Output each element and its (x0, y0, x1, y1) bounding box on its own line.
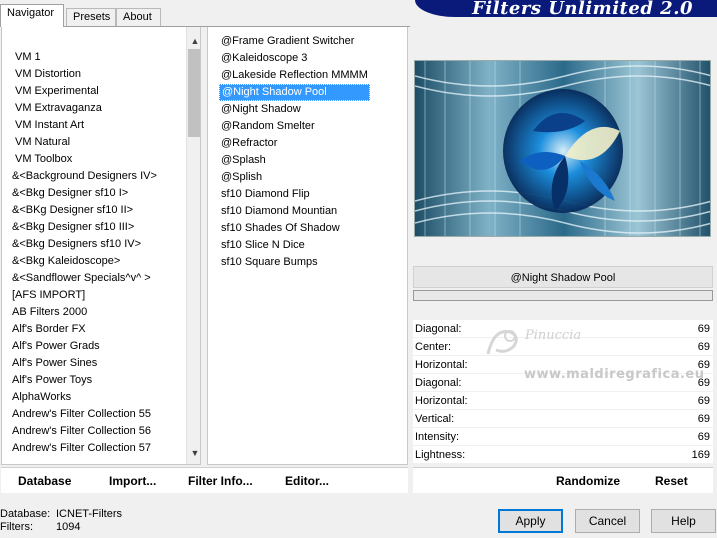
category-item[interactable]: Alf's Power Sines (2, 355, 186, 372)
import-button[interactable]: Import... (109, 474, 156, 488)
filter-item[interactable]: sf10 Diamond Flip (219, 186, 370, 203)
tab-presets[interactable]: Presets (66, 8, 116, 26)
parameter-value[interactable]: 69 (698, 356, 710, 374)
filter-info-button[interactable]: Filter Info... (188, 474, 253, 488)
filter-item[interactable]: @Night Shadow (219, 101, 370, 118)
category-item[interactable]: [AFS IMPORT] (2, 287, 186, 304)
filter-item[interactable]: @Random Smelter (219, 118, 370, 135)
tab-about[interactable]: About (116, 8, 161, 26)
category-item[interactable]: Alf's Power Grads (2, 338, 186, 355)
parameter-label: Diagonal: (415, 323, 462, 335)
filter-item[interactable]: sf10 Shades Of Shadow (219, 220, 370, 237)
randomize-button[interactable]: Randomize (556, 474, 620, 488)
category-item[interactable]: VM Natural (2, 134, 186, 151)
filters-count-value: 1094 (56, 521, 81, 533)
category-list-panel: VM 1 VM Distortion VM Experimental VM Extra… (1, 27, 201, 465)
parameter-label: Horizontal: (415, 359, 468, 371)
right-toolbar: Randomize Reset (413, 467, 713, 493)
category-item[interactable]: Andrew's Filter Collection 57 (2, 440, 186, 457)
parameter-value[interactable]: 69 (698, 410, 710, 428)
category-item[interactable]: VM Instant Art (2, 117, 186, 134)
progress-bar (413, 290, 713, 301)
parameter-value[interactable]: 69 (698, 338, 710, 356)
category-item[interactable]: &<Bkg Designer sf10 III> (2, 219, 186, 236)
filter-item[interactable]: @Refractor (219, 135, 370, 152)
category-item[interactable]: VM Experimental (2, 83, 186, 100)
parameter-row[interactable]: Diagonal: 69 (413, 320, 713, 338)
category-list: VM 1 VM Distortion VM Experimental VM Extra… (2, 49, 186, 457)
left-toolbar: Database Import... Filter Info... Editor… (1, 467, 408, 493)
filter-item[interactable]: @Splash (219, 152, 370, 169)
scroll-thumb[interactable] (188, 49, 200, 137)
category-item[interactable]: VM Distortion (2, 66, 186, 83)
database-value: ICNET-Filters (56, 508, 122, 520)
category-item[interactable]: &<Bkg Designer sf10 I> (2, 185, 186, 202)
category-item[interactable]: &<Background Designers IV> (2, 168, 186, 185)
filter-list-panel: @Frame Gradient Switcher @Kaleidoscope 3 @… (207, 27, 408, 465)
scroll-down-arrow-icon[interactable]: ▼ (187, 445, 200, 462)
filters-count-label: Filters: (0, 521, 33, 533)
category-item[interactable]: &<Bkg Designers sf10 IV> (2, 236, 186, 253)
filter-item[interactable]: @Kaleidoscope 3 (219, 50, 370, 67)
filter-item[interactable]: @Lakeside Reflection MMMM (219, 67, 370, 84)
help-button[interactable]: Help (651, 509, 716, 533)
header-banner: Filters Unlimited 2.0 (415, 0, 717, 19)
cancel-button[interactable]: Cancel (575, 509, 640, 533)
parameter-row[interactable]: Vertical: 69 (413, 410, 713, 428)
filter-item[interactable]: sf10 Square Bumps (219, 254, 370, 271)
category-item[interactable]: VM 1 (2, 49, 186, 66)
parameter-label: Vertical: (415, 413, 455, 425)
tab-strip: Navigator Presets About (0, 0, 410, 27)
reset-button[interactable]: Reset (655, 474, 688, 488)
scroll-up-arrow-icon[interactable]: ▲ (187, 33, 200, 50)
parameter-row[interactable]: Diagonal: 69 (413, 374, 713, 392)
parameter-list: Diagonal: 69 Center: 69 Horizontal: 69 Diagona… (413, 320, 713, 464)
parameter-value[interactable]: 169 (692, 446, 710, 464)
filter-item[interactable]: @Night Shadow Pool (219, 84, 370, 101)
parameter-label: Lightness: (415, 449, 466, 461)
category-item[interactable]: VM Toolbox (2, 151, 186, 168)
category-item[interactable]: Andrew's Filter Collection 55 (2, 406, 186, 423)
editor-button[interactable]: Editor... (285, 474, 329, 488)
parameter-value[interactable]: 69 (698, 320, 710, 338)
apply-button[interactable]: Apply (498, 509, 563, 533)
category-item[interactable]: VM Extravaganza (2, 100, 186, 117)
filter-item[interactable]: @Frame Gradient Switcher (219, 33, 370, 50)
category-item[interactable]: &<Sandflower Specials^v^ > (2, 270, 186, 287)
parameter-value[interactable]: 69 (698, 392, 710, 410)
parameter-label: Horizontal: (415, 395, 468, 407)
parameter-row[interactable]: Center: 69 (413, 338, 713, 356)
tab-navigator[interactable]: Navigator (0, 4, 64, 27)
parameter-label: Center: (415, 341, 452, 353)
parameter-label: Diagonal: (415, 377, 462, 389)
category-item[interactable]: &<BKg Designer sf10 II> (2, 202, 186, 219)
database-button[interactable]: Database (18, 474, 71, 488)
database-label: Database: (0, 508, 51, 520)
app-title: Filters Unlimited 2.0 (472, 0, 693, 19)
parameter-value[interactable]: 69 (698, 374, 710, 392)
current-filter-name: @Night Shadow Pool (413, 266, 713, 288)
filter-item[interactable]: @Splish (219, 169, 370, 186)
filter-item[interactable]: sf10 Diamond Mountian (219, 203, 370, 220)
category-item[interactable]: AlphaWorks (2, 389, 186, 406)
category-item[interactable]: &<Bkg Kaleidoscope> (2, 253, 186, 270)
preview-image (414, 60, 711, 237)
category-scrollbar[interactable]: ▲ ▼ (186, 27, 200, 464)
parameter-row[interactable]: Intensity: 69 (413, 428, 713, 446)
parameter-row[interactable]: Horizontal: 69 (413, 392, 713, 410)
category-item[interactable]: Andrew's Filter Collection 56 (2, 423, 186, 440)
category-item[interactable]: Alf's Power Toys (2, 372, 186, 389)
filter-item[interactable]: sf10 Slice N Dice (219, 237, 370, 254)
category-item[interactable]: Alf's Border FX (2, 321, 186, 338)
parameter-row[interactable]: Horizontal: 69 (413, 356, 713, 374)
category-item[interactable]: AB Filters 2000 (2, 304, 186, 321)
parameter-row[interactable]: Lightness: 169 (413, 446, 713, 464)
parameter-value[interactable]: 69 (698, 428, 710, 446)
parameter-label: Intensity: (415, 431, 460, 443)
filter-list: @Frame Gradient Switcher @Kaleidoscope 3 @… (219, 33, 370, 271)
